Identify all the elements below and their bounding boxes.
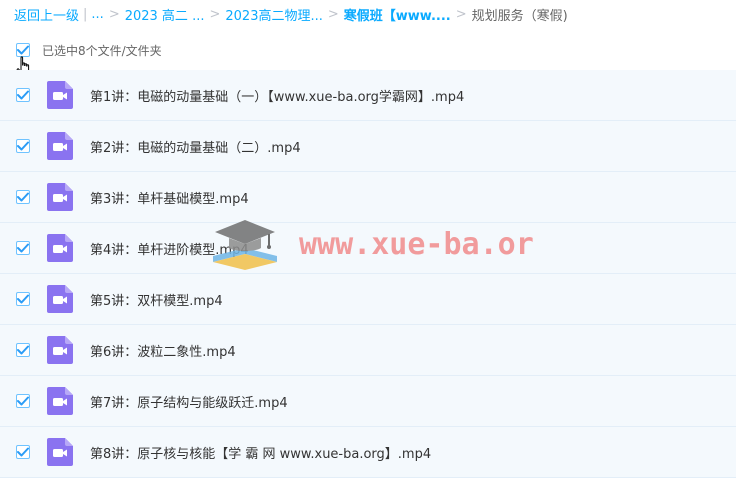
selection-count-label: 已选中8个文件/文件夹	[42, 43, 162, 58]
file-name[interactable]: 第4讲：单杆进阶模型.mp4	[90, 239, 249, 258]
file-row[interactable]: 第3讲：单杆基础模型.mp4	[0, 172, 736, 223]
check-icon	[17, 141, 29, 151]
file-name[interactable]: 第5讲：双杆模型.mp4	[90, 290, 223, 309]
breadcrumb-item-physics[interactable]: 2023高二物理...	[225, 5, 322, 24]
file-row[interactable]: 第5讲：双杆模型.mp4	[0, 274, 736, 325]
video-file-icon	[47, 183, 73, 211]
file-checkbox[interactable]	[16, 343, 30, 357]
back-link[interactable]: 返回上一级	[14, 5, 79, 24]
file-checkbox[interactable]	[16, 241, 30, 255]
breadcrumb-separator: >	[108, 6, 120, 22]
file-list: 第1讲：电磁的动量基础（一）【www.xue-ba.org学霸网】.mp4 第2…	[0, 70, 736, 478]
file-checkbox[interactable]	[16, 139, 30, 153]
check-icon	[17, 396, 29, 406]
file-name[interactable]: 第2讲：电磁的动量基础（二）.mp4	[90, 137, 301, 156]
file-row[interactable]: 第2讲：电磁的动量基础（二）.mp4	[0, 121, 736, 172]
breadcrumb-item-winter-class[interactable]: 寒假班【www....	[344, 5, 451, 24]
video-file-icon	[47, 336, 73, 364]
file-checkbox[interactable]	[16, 445, 30, 459]
check-icon	[17, 243, 29, 253]
file-name[interactable]: 第1讲：电磁的动量基础（一）【www.xue-ba.org学霸网】.mp4	[90, 86, 464, 105]
video-file-icon	[47, 132, 73, 160]
video-file-icon	[47, 387, 73, 415]
check-icon	[17, 447, 29, 457]
video-file-icon	[47, 234, 73, 262]
file-row[interactable]: 第6讲：波粒二象性.mp4	[0, 325, 736, 376]
check-icon	[17, 45, 29, 55]
file-checkbox[interactable]	[16, 394, 30, 408]
file-row[interactable]: 第8讲：原子核与核能【学 霸 网 www.xue-ba.org】.mp4	[0, 427, 736, 478]
video-file-icon	[47, 81, 73, 109]
selection-bar: 已选中8个文件/文件夹	[0, 38, 736, 62]
file-row[interactable]: 第7讲：原子结构与能级跃迁.mp4	[0, 376, 736, 427]
breadcrumb-separator: >	[455, 6, 467, 22]
file-name[interactable]: 第8讲：原子核与核能【学 霸 网 www.xue-ba.org】.mp4	[90, 443, 431, 462]
file-checkbox[interactable]	[16, 88, 30, 102]
file-row[interactable]: 第4讲：单杆进阶模型.mp4	[0, 223, 736, 274]
breadcrumb-current: 规划服务（寒假)	[471, 8, 568, 24]
breadcrumb: 返回上一级 | ... > 2023 高二 ... > 2023高二物理... …	[14, 4, 568, 24]
breadcrumb-divider: |	[83, 6, 88, 22]
file-name[interactable]: 第6讲：波粒二象性.mp4	[90, 341, 236, 360]
check-icon	[17, 345, 29, 355]
breadcrumb-item-grade[interactable]: 2023 高二 ...	[125, 5, 205, 24]
check-icon	[17, 192, 29, 202]
check-icon	[17, 294, 29, 304]
file-row[interactable]: 第1讲：电磁的动量基础（一）【www.xue-ba.org学霸网】.mp4	[0, 70, 736, 121]
check-icon	[17, 90, 29, 100]
video-file-icon	[47, 438, 73, 466]
select-all-checkbox[interactable]	[16, 43, 30, 57]
file-name[interactable]: 第7讲：原子结构与能级跃迁.mp4	[90, 392, 288, 411]
file-checkbox[interactable]	[16, 190, 30, 204]
file-checkbox[interactable]	[16, 292, 30, 306]
breadcrumb-ellipsis[interactable]: ...	[91, 7, 103, 22]
breadcrumb-separator: >	[209, 6, 221, 22]
video-file-icon	[47, 285, 73, 313]
file-name[interactable]: 第3讲：单杆基础模型.mp4	[90, 188, 249, 207]
breadcrumb-separator: >	[327, 6, 339, 22]
